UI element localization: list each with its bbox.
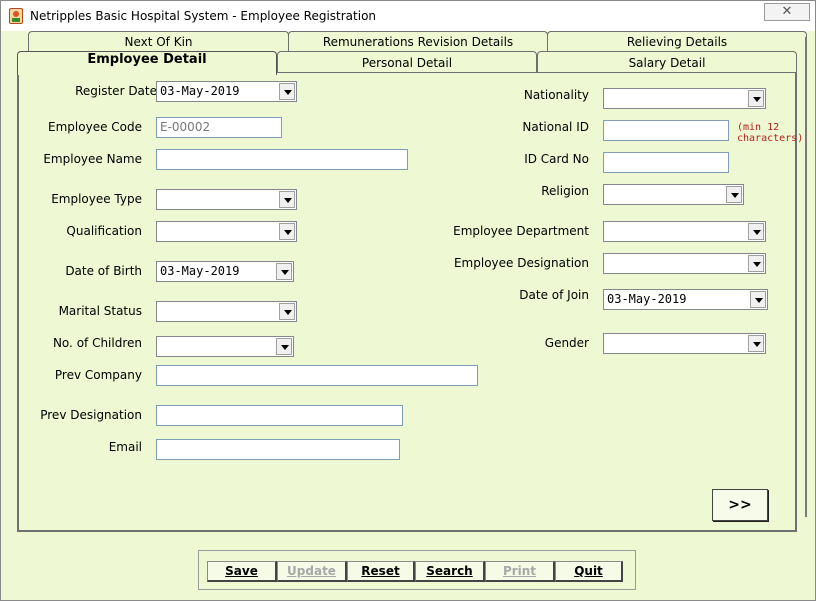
register-date-label: Register Date [75, 84, 157, 98]
no-of-children-select[interactable] [156, 336, 294, 357]
tab-remunerations-revision[interactable]: Remunerations Revision Details [288, 31, 548, 53]
no-of-children-label: No. of Children [52, 336, 142, 350]
prev-designation-label: Prev Designation [40, 408, 142, 422]
marital-status-select[interactable] [156, 301, 297, 322]
chevron-down-icon[interactable] [279, 83, 295, 100]
date-of-birth-label: Date of Birth [65, 264, 142, 278]
register-date-value: 03-May-2019 [160, 84, 240, 98]
chevron-down-icon[interactable] [748, 223, 764, 240]
employee-designation-select[interactable] [603, 253, 766, 274]
chevron-down-icon[interactable] [279, 303, 295, 320]
tab-salary-detail[interactable]: Salary Detail [537, 51, 797, 73]
email-field[interactable] [156, 439, 400, 460]
nationality-label: Nationality [523, 88, 589, 102]
window-title: Netripples Basic Hospital System - Emplo… [30, 9, 377, 23]
prev-company-label: Prev Company [54, 368, 142, 382]
tab-employee-detail[interactable]: Employee Detail [17, 51, 277, 75]
date-of-join-picker[interactable]: 03-May-2019 [603, 289, 768, 310]
chevron-down-icon[interactable] [276, 263, 292, 280]
employee-code-field[interactable]: E-00002 [156, 117, 282, 138]
employee-name-label: Employee Name [43, 152, 142, 166]
qualification-label: Qualification [66, 224, 142, 238]
employee-code-label: Employee Code [48, 120, 142, 134]
app-window: Netripples Basic Hospital System - Emplo… [0, 0, 816, 601]
employee-detail-panel: Register Date 03-May-2019 Employee Code … [17, 72, 803, 532]
prev-designation-field[interactable] [156, 405, 403, 426]
employee-department-label: Employee Department [453, 224, 589, 238]
religion-select[interactable] [603, 184, 744, 205]
update-button[interactable]: Update [277, 561, 347, 582]
tab-next-of-kin[interactable]: Next Of Kin [28, 31, 289, 53]
date-of-birth-picker[interactable]: 03-May-2019 [156, 261, 294, 282]
print-button[interactable]: Print [485, 561, 555, 582]
national-id-hint: (min 12 characters) [737, 122, 803, 144]
email-label: Email [108, 440, 142, 454]
date-of-join-label: Date of Join [519, 288, 589, 302]
chevron-down-icon[interactable] [748, 335, 764, 352]
chevron-down-icon[interactable] [748, 90, 764, 107]
national-id-label: National ID [522, 120, 589, 134]
chevron-down-icon[interactable] [276, 338, 292, 355]
reset-button[interactable]: Reset [347, 561, 415, 582]
employee-type-label: Employee Type [51, 192, 142, 206]
chevron-down-icon[interactable] [279, 223, 295, 240]
chevron-down-icon[interactable] [726, 186, 742, 203]
gender-select[interactable] [603, 333, 766, 354]
quit-button[interactable]: Quit [555, 561, 623, 582]
tab-stack-edge [797, 37, 807, 517]
date-of-join-value: 03-May-2019 [607, 292, 687, 306]
gender-label: Gender [544, 336, 589, 350]
nationality-select[interactable] [603, 88, 766, 109]
employee-type-select[interactable] [156, 189, 297, 210]
employee-department-select[interactable] [603, 221, 766, 242]
chevron-down-icon[interactable] [750, 291, 766, 308]
national-id-hint-line2: characters) [737, 133, 804, 144]
title-bar: Netripples Basic Hospital System - Emplo… [1, 1, 815, 31]
employee-name-field[interactable] [156, 149, 408, 170]
chevron-down-icon[interactable] [748, 255, 764, 272]
next-button[interactable]: >> [712, 489, 768, 521]
tab-personal-detail[interactable]: Personal Detail [277, 51, 537, 73]
save-button[interactable]: Save [207, 561, 277, 582]
close-button[interactable]: ✕ [764, 3, 810, 21]
action-button-bar: Save Update Reset Search Print Quit [198, 550, 636, 590]
national-id-hint-line1: (min 12 [737, 122, 780, 133]
tab-relieving-details[interactable]: Relieving Details [547, 31, 807, 53]
marital-status-label: Marital Status [58, 304, 142, 318]
id-card-no-field[interactable] [603, 152, 729, 173]
app-icon [9, 8, 23, 24]
employee-designation-label: Employee Designation [453, 256, 589, 270]
id-card-no-label: ID Card No [524, 152, 589, 166]
search-button[interactable]: Search [415, 561, 485, 582]
prev-company-field[interactable] [156, 365, 478, 386]
national-id-field[interactable] [603, 120, 729, 141]
register-date-picker[interactable]: 03-May-2019 [156, 81, 297, 102]
religion-label: Religion [541, 184, 589, 198]
chevron-down-icon[interactable] [279, 191, 295, 208]
qualification-select[interactable] [156, 221, 297, 242]
date-of-birth-value: 03-May-2019 [160, 264, 240, 278]
